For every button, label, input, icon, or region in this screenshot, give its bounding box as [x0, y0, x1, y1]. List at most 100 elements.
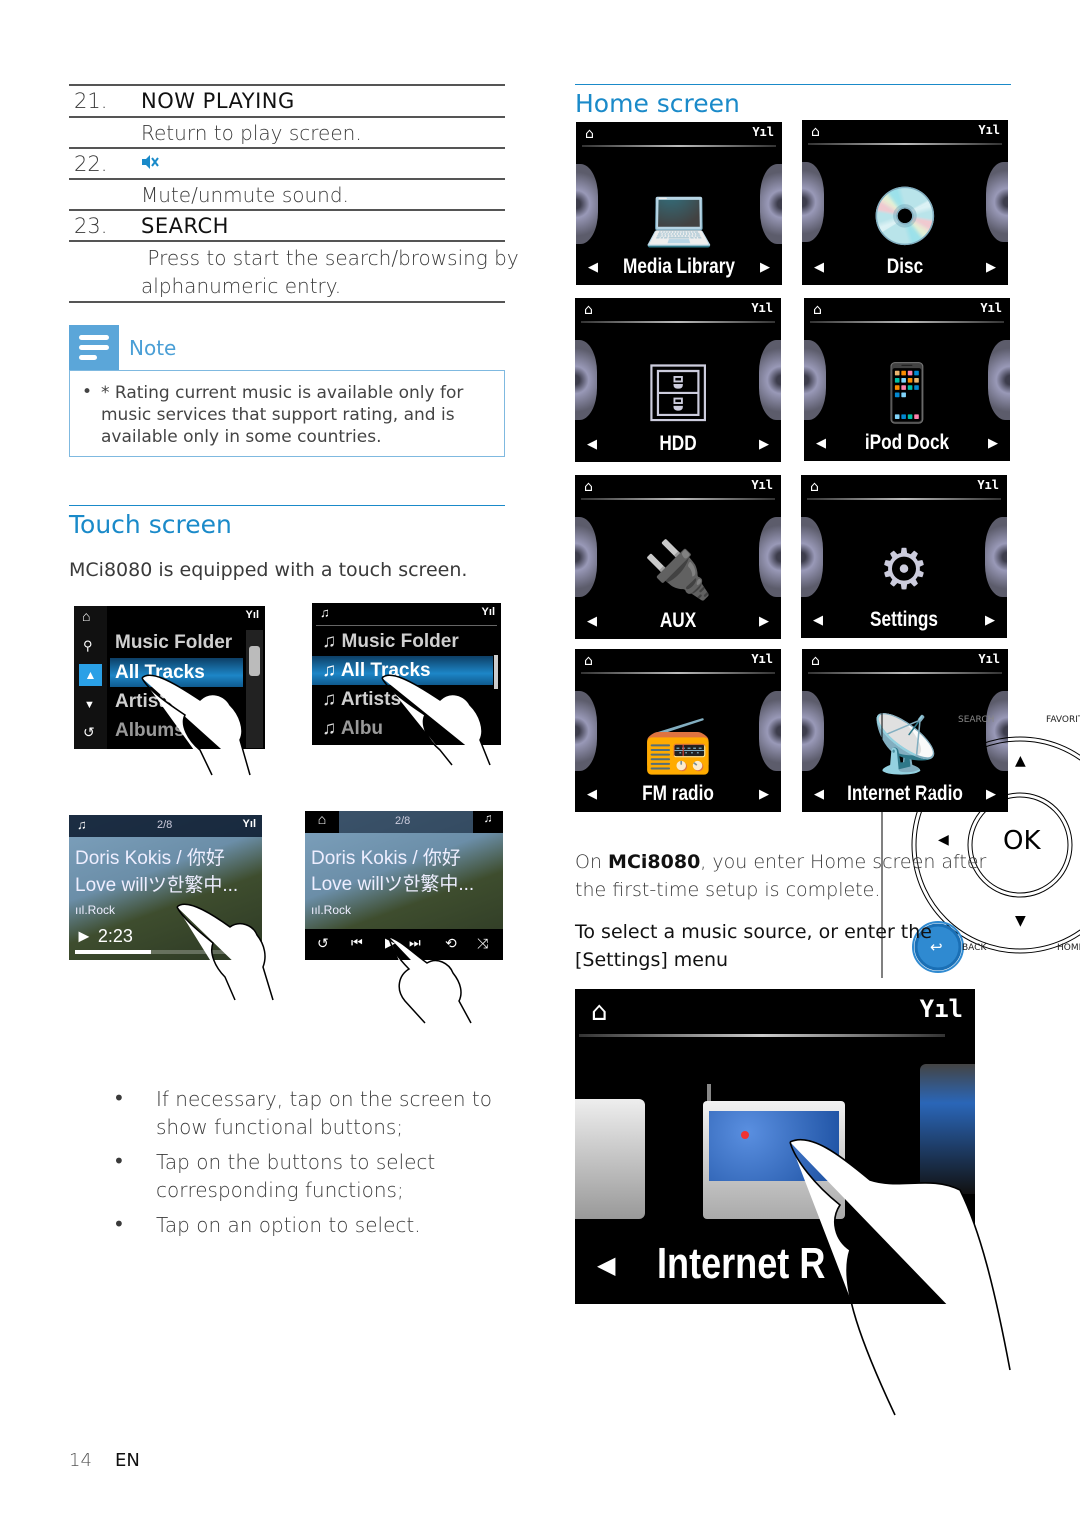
home-icon[interactable]: ⌂: [591, 997, 608, 1027]
repeat-icon[interactable]: ⟲: [445, 935, 457, 952]
adjacent-icon: [759, 340, 781, 420]
next-icon[interactable]: ⏭: [409, 935, 421, 951]
tile-label: Disc: [886, 255, 924, 278]
adjacent-icon: [802, 162, 824, 242]
home-icon[interactable]: ⌂: [813, 302, 822, 318]
adjacent-icon: [801, 517, 823, 597]
list-item[interactable]: Music Folder: [110, 628, 243, 657]
row-number: 22.: [74, 152, 108, 176]
row-number: 23.: [74, 214, 108, 238]
music-note-icon: ♫: [320, 605, 330, 620]
home-tile-settings[interactable]: ⌂ Yıl ⚙ ◀ Settings ▶: [801, 475, 1007, 638]
right-arrow-icon[interactable]: ▶: [760, 260, 770, 275]
table-rule: [69, 84, 505, 86]
home-tile-media-library[interactable]: ⌂ Yıl 💻 ◀ Media Library ▶: [576, 122, 782, 285]
right-arrow-icon[interactable]: ▶: [988, 436, 998, 451]
play-pause-icon[interactable]: ▶: [385, 935, 395, 951]
list-item-selected[interactable]: ♫ All Tracks: [312, 656, 493, 685]
home-icon[interactable]: ⌂: [584, 479, 593, 495]
signal-icon: Yıl: [751, 301, 773, 315]
up-arrow-icon[interactable]: ▲: [79, 664, 102, 686]
adjacent-icon: [804, 340, 826, 420]
ipod-dock-icon: [920, 1064, 975, 1194]
home-tile-ipod-dock[interactable]: ⌂ Yıl 📱 ◀ iPod Dock ▶: [804, 298, 1010, 461]
progress-bar[interactable]: [75, 950, 256, 954]
home-tile-hdd[interactable]: ⌂ Yıl 🗄 ◀ HDD ▶: [575, 298, 781, 462]
aux-cable-icon: 🔌: [643, 538, 713, 604]
disc-icon: 💿: [870, 183, 940, 249]
note-icon: [69, 325, 119, 371]
home-icon[interactable]: ⌂: [585, 126, 594, 142]
back-icon[interactable]: ↺: [317, 935, 329, 952]
previous-icon[interactable]: ⏮: [351, 935, 363, 951]
up-arrow-icon[interactable]: ▲: [1015, 753, 1026, 769]
title-line: Love willツ한繁中...: [75, 875, 239, 896]
right-arrow-icon[interactable]: ▶: [759, 437, 769, 452]
table-rule: [69, 301, 505, 303]
home-tile-aux[interactable]: ⌂ Yıl 🔌 ◀ AUX ▶: [575, 475, 781, 639]
music-note-icon: ♫: [77, 817, 87, 832]
search-icon[interactable]: ⚲: [83, 638, 93, 654]
adjacent-icon: [575, 517, 597, 597]
signal-icon: Yıl: [751, 478, 773, 492]
adjacent-icon: [986, 162, 1008, 242]
table-rule: [69, 209, 505, 211]
table-rule: [69, 116, 505, 118]
adjacent-icon: [760, 164, 782, 244]
note-text: * Rating current music is available only…: [101, 383, 464, 447]
home-icon[interactable]: ⌂: [584, 302, 593, 318]
home-icon[interactable]: ⌂: [584, 653, 593, 669]
right-arrow-icon[interactable]: ▶: [759, 787, 769, 802]
list-item-selected[interactable]: All Tracks: [110, 658, 243, 687]
right-arrow-icon[interactable]: ▶: [759, 614, 769, 629]
row-description: Return to play screen.: [141, 121, 362, 145]
scrollbar[interactable]: [494, 655, 498, 689]
shuffle-icon[interactable]: ⤨: [477, 935, 488, 952]
right-arrow-icon[interactable]: ▶: [985, 613, 995, 628]
genre-label: ııl.Rock: [75, 903, 116, 917]
home-tile-disc[interactable]: ⌂ Yıl 💿 ◀ Disc ▶: [802, 120, 1008, 285]
left-arrow-icon[interactable]: ◀: [938, 832, 949, 848]
home-icon[interactable]: ⌂: [82, 608, 90, 624]
down-arrow-icon[interactable]: ▼: [84, 699, 95, 711]
signal-icon: Yıl: [919, 995, 963, 1023]
favorite-label: FAVORITE: [1046, 715, 1080, 725]
home-icon[interactable]: ⌂: [811, 653, 820, 669]
now-playing-music-icon[interactable]: ♫: [473, 811, 503, 833]
home-icon[interactable]: ⌂: [810, 479, 819, 495]
left-arrow-icon[interactable]: ◀: [597, 1251, 615, 1279]
ok-button[interactable]: OK: [1003, 826, 1041, 856]
list-item[interactable]: Albums: [110, 716, 243, 745]
table-rule: [69, 240, 505, 242]
down-arrow-icon[interactable]: ▼: [1015, 913, 1026, 929]
list-item[interactable]: ♫ Artists: [312, 685, 501, 714]
signal-icon: Yıl: [978, 123, 1000, 137]
search-label: SEARCH: [958, 715, 995, 725]
home-tile-fm-radio[interactable]: ⌂ Yıl 📻 ◀ FM radio ▶: [575, 649, 781, 812]
home-icon[interactable]: ⌂: [305, 811, 339, 833]
tile-label: AUX: [659, 609, 697, 632]
row-number: 21.: [74, 89, 108, 113]
artist-line: Doris Kokis / 你好: [311, 848, 461, 869]
adjacent-icon: [988, 340, 1010, 420]
home-icon[interactable]: ⌂: [811, 124, 820, 140]
list-item[interactable]: ♫ Albu: [312, 714, 501, 743]
control-bar: ↺ ⏮ ▶ ⏭ ⟲ ⤨: [305, 929, 503, 960]
adjacent-icon: [575, 691, 597, 771]
right-arrow-icon[interactable]: ▶: [986, 260, 996, 275]
back-icon[interactable]: ↺: [83, 724, 95, 741]
list-screen-a: ⌂ Yıl ⚲ ▲ ▼ ↺ Music Folder All Tracks Ar…: [74, 606, 265, 749]
bullet-text: Tap on the buttons to select: [156, 1150, 436, 1174]
row-heading-search: SEARCH: [141, 214, 229, 238]
list-screen-b: ♫ Yıl ♫ Music Folder ♫ All Tracks ♫ Arti…: [312, 603, 501, 745]
genre-label: ııl.Rock: [311, 903, 352, 917]
large-screen-label: Internet R: [657, 1239, 826, 1288]
list-item[interactable]: ♫ Music Folder: [312, 627, 501, 656]
title-line: Love willツ한繁中...: [311, 874, 475, 895]
section-rule: [575, 84, 1011, 85]
instruction-heading: [Settings] menu: [575, 949, 729, 971]
scrollbar[interactable]: [246, 630, 263, 748]
adjacent-icon: [576, 164, 598, 244]
adjacent-icon: [802, 691, 824, 771]
list-item[interactable]: Artists: [110, 687, 243, 716]
